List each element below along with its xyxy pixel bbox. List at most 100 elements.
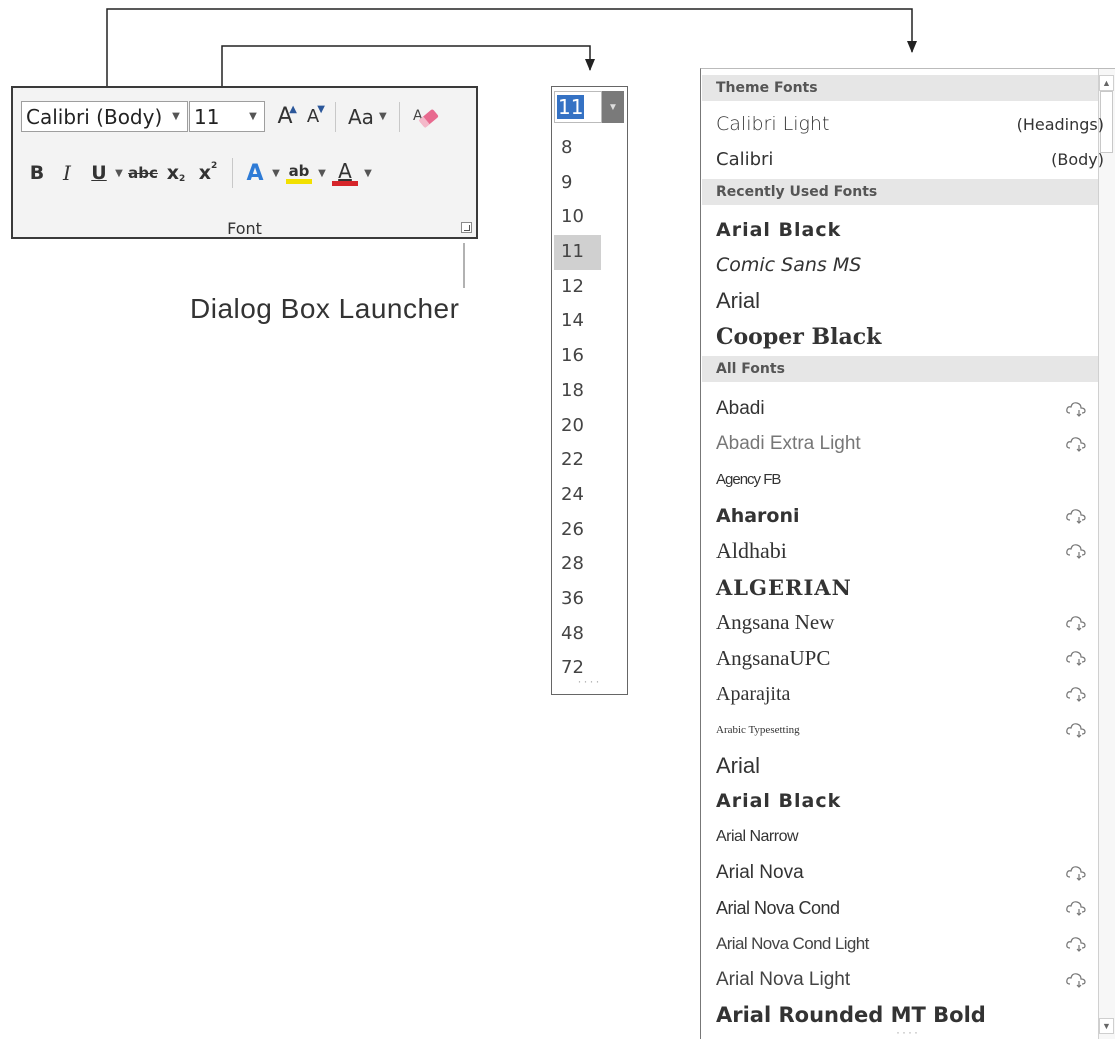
chevron-down-icon[interactable]: ▼ xyxy=(602,91,624,123)
font-size-option[interactable]: 22 xyxy=(554,443,601,478)
font-size-option[interactable]: 36 xyxy=(554,582,601,617)
clear-formatting-button[interactable]: A xyxy=(408,102,442,132)
font-size-option[interactable]: 18 xyxy=(554,374,601,409)
font-list-item[interactable]: Calibri (Body) xyxy=(716,142,1104,176)
subscript-label: x xyxy=(166,162,179,184)
font-size-option[interactable]: 12 xyxy=(554,270,601,305)
font-size-option[interactable]: 11 xyxy=(554,235,601,270)
cloud-download-icon xyxy=(1066,972,1086,988)
font-list-item[interactable]: Arial xyxy=(716,283,1091,318)
font-name-label: Comic Sans MS xyxy=(716,254,862,277)
font-list-item[interactable]: Arabic Typesetting xyxy=(716,712,1091,747)
underline-dropdown-chevron-icon[interactable]: ▼ xyxy=(112,159,126,187)
group-label: Font xyxy=(227,219,262,238)
scrollbar[interactable]: ▲ ▼ xyxy=(1098,69,1115,1039)
underline-button[interactable]: U xyxy=(86,159,112,187)
cloud-download-icon xyxy=(1066,865,1086,881)
italic-button[interactable]: I xyxy=(52,159,82,187)
font-list-item[interactable]: Arial xyxy=(716,748,1091,783)
font-list-item[interactable]: Arial Rounded MT Bold xyxy=(716,998,1091,1033)
subscript-button[interactable]: x2 xyxy=(160,159,192,187)
divider xyxy=(335,101,336,132)
cloud-download-icon xyxy=(1066,401,1086,417)
font-list-item[interactable]: Arial Nova Cond xyxy=(716,891,1091,926)
font-size-option[interactable]: 16 xyxy=(554,339,601,374)
dialog-box-launcher-icon[interactable] xyxy=(461,222,472,233)
font-size-option[interactable]: 14 xyxy=(554,304,601,339)
font-size-field[interactable]: 11 ▼ xyxy=(554,90,625,124)
font-size-option[interactable]: 28 xyxy=(554,547,601,582)
font-size-option[interactable]: 9 xyxy=(554,166,601,201)
scroll-up-arrow-icon[interactable]: ▲ xyxy=(1099,75,1114,91)
font-size-option[interactable]: 20 xyxy=(554,409,601,444)
font-list-item[interactable]: Comic Sans MS xyxy=(716,248,1091,283)
font-name-label: Angsana New xyxy=(716,610,835,635)
resize-grip-icon[interactable]: ···· xyxy=(552,674,627,688)
font-list-item[interactable]: Arial Black xyxy=(716,784,1091,819)
bold-button[interactable]: B xyxy=(26,159,48,187)
font-list-item[interactable]: Arial Nova Cond Light xyxy=(716,927,1091,962)
shrink-font-button[interactable]: A ▼ xyxy=(299,102,327,132)
font-size-option[interactable]: 26 xyxy=(554,513,601,548)
font-name-label: Calibri Light xyxy=(716,113,830,135)
font-name-label: AngsanaUPC xyxy=(716,645,831,670)
font-list-item[interactable]: Calibri Light (Headings) xyxy=(716,107,1104,141)
cloud-download-icon xyxy=(1066,937,1086,952)
text-effects-button[interactable]: A xyxy=(241,159,269,187)
font-name-label: Arabic Typesetting xyxy=(716,723,800,736)
font-name-label: Arial xyxy=(716,752,761,778)
change-case-button[interactable]: Aa ▼ xyxy=(344,102,391,132)
cloud-download-icon xyxy=(1066,651,1086,667)
font-size-option[interactable]: 10 xyxy=(554,200,601,235)
caret-up-icon: ▲ xyxy=(289,103,297,115)
font-list-item[interactable]: Aparajita xyxy=(716,677,1091,712)
font-group-row-2: B I U ▼ abc x2 x2 A ▼ ab ▼ A ▼ xyxy=(26,158,375,188)
strikethrough-button[interactable]: abc xyxy=(126,159,160,187)
subscript-mark: 2 xyxy=(179,174,186,184)
font-list-item[interactable]: Abadi Extra Light xyxy=(716,427,1091,462)
font-list-item[interactable]: Angsana New xyxy=(716,605,1091,640)
font-list-item[interactable]: AngsanaUPC xyxy=(716,641,1091,676)
font-list-item[interactable]: Arial Nova Light xyxy=(716,962,1091,997)
font-size-option[interactable]: 48 xyxy=(554,617,601,652)
divider xyxy=(232,158,233,188)
font-size-list: 8 9 10 11 12 14 16 18 20 22 24 26 28 36 48 72 xyxy=(554,131,625,686)
highlight-dropdown-chevron-icon[interactable]: ▼ xyxy=(315,159,329,187)
chevron-down-icon: ▼ xyxy=(249,111,257,122)
font-size-option[interactable]: 24 xyxy=(554,478,601,513)
font-list-item[interactable]: Abadi xyxy=(716,391,1091,426)
font-size-input[interactable]: 11 xyxy=(554,91,602,123)
highlight-button[interactable]: ab xyxy=(283,159,315,187)
connector-font-size-to-size-list xyxy=(221,45,595,86)
font-list-item[interactable]: Aldhabi xyxy=(716,534,1091,569)
font-name-label: Arial xyxy=(716,287,761,313)
font-list-section-header: Theme Fonts xyxy=(702,75,1098,101)
font-name-label: Cooper Black xyxy=(716,323,882,350)
font-color-button[interactable]: A xyxy=(329,159,361,187)
text-effects-dropdown-chevron-icon[interactable]: ▼ xyxy=(269,159,283,187)
font-list-item[interactable]: Aharoni xyxy=(716,498,1091,533)
font-list-item[interactable]: Agency FB xyxy=(716,462,1091,497)
font-name-label: Arial Black xyxy=(716,218,842,241)
font-list-section-header: Recently Used Fonts xyxy=(702,179,1098,205)
superscript-button[interactable]: x2 xyxy=(192,159,224,187)
font-color-dropdown-chevron-icon[interactable]: ▼ xyxy=(361,159,375,187)
font-role-tag: (Body) xyxy=(1051,149,1104,169)
font-color-swatch xyxy=(332,180,358,186)
superscript-label: x xyxy=(198,162,211,184)
scroll-down-arrow-icon[interactable]: ▼ xyxy=(1099,1018,1114,1034)
grow-font-button[interactable]: A ▲ xyxy=(271,102,299,132)
chevron-down-icon: ▼ xyxy=(378,111,387,122)
font-list-item[interactable]: Arial Narrow xyxy=(716,819,1091,854)
cloud-download-icon xyxy=(1066,687,1086,702)
font-size-option[interactable]: 8 xyxy=(554,131,601,166)
font-size-combo[interactable]: 11 ▼ xyxy=(189,101,265,132)
cloud-download-icon xyxy=(1066,615,1086,631)
font-name-combo[interactable]: Calibri (Body) ▼ xyxy=(21,101,188,132)
font-list-item[interactable]: Arial Black xyxy=(716,212,1091,247)
font-list-item[interactable]: Arial Nova xyxy=(716,855,1091,890)
font-name-label: Arial Rounded MT Bold xyxy=(716,1003,986,1028)
font-list-item[interactable]: ALGERIAN xyxy=(716,570,1091,605)
font-list-item[interactable]: Cooper Black xyxy=(716,319,1091,354)
cloud-download-icon xyxy=(1066,723,1086,738)
